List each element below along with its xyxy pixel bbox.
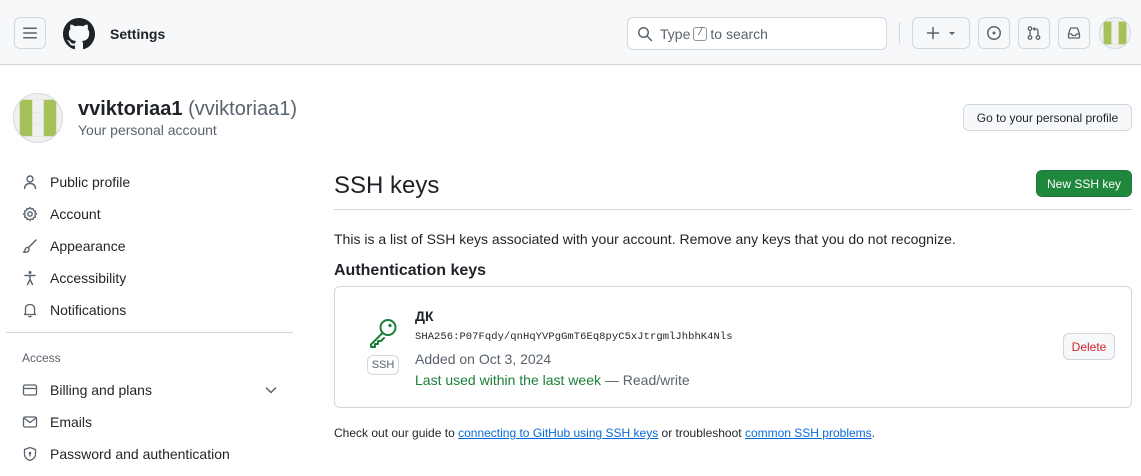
new-ssh-key-button[interactable]: New SSH key bbox=[1036, 170, 1132, 197]
mail-icon bbox=[22, 414, 38, 430]
ssh-key-access: — Read/write bbox=[604, 372, 690, 388]
key-icon bbox=[370, 319, 397, 348]
github-logo-icon[interactable] bbox=[63, 18, 95, 50]
ssh-key-added-date: Added on Oct 3, 2024 bbox=[415, 351, 552, 367]
authentication-keys-heading: Authentication keys bbox=[334, 262, 487, 279]
sidebar-divider bbox=[6, 332, 293, 333]
sidebar-item-emails[interactable]: Emails bbox=[10, 406, 293, 438]
pull-requests-button[interactable] bbox=[1018, 17, 1050, 49]
ssh-keys-intro: This is a list of SSH keys associated wi… bbox=[334, 231, 956, 247]
issues-button[interactable] bbox=[978, 17, 1010, 49]
menu-button[interactable] bbox=[14, 17, 46, 49]
sidebar-item-appearance[interactable]: Appearance bbox=[10, 230, 293, 262]
delete-ssh-key-button[interactable]: Delete bbox=[1063, 333, 1115, 360]
plus-icon bbox=[926, 26, 940, 40]
guide-prefix: Check out our guide to bbox=[334, 426, 455, 440]
chevron-down-icon[interactable] bbox=[263, 382, 279, 398]
sidebar-item-billing[interactable]: Billing and plans bbox=[10, 374, 293, 406]
search-placeholder: Type / to search bbox=[660, 26, 768, 42]
sidebar-item-label: Notifications bbox=[50, 302, 127, 318]
gear-icon bbox=[22, 206, 38, 222]
search-icon bbox=[638, 27, 653, 42]
paintbrush-icon bbox=[22, 238, 38, 254]
header-divider bbox=[899, 22, 900, 44]
title-divider bbox=[334, 209, 1132, 210]
search-input[interactable]: Type / to search bbox=[627, 17, 887, 50]
ssh-key-fingerprint: SHA256:P07Fqdy/qnHqYVPgGmT6Eq8pyC5xJtrgm… bbox=[415, 331, 733, 343]
app-header: Settings Type / to search bbox=[0, 0, 1141, 65]
search-shortcut-key: / bbox=[693, 27, 708, 41]
context-title[interactable]: Settings bbox=[110, 26, 165, 42]
common-ssh-problems-link[interactable]: common SSH problems bbox=[745, 426, 872, 440]
user-avatar-menu[interactable] bbox=[1099, 17, 1131, 49]
ssh-key-list-item: SSH ДК SHA256:P07Fqdy/qnHqYVPgGmT6Eq8pyC… bbox=[334, 286, 1132, 408]
sidebar-item-label: Password and authentication bbox=[50, 446, 230, 462]
account-handle: (vviktoriaa1) bbox=[188, 98, 297, 120]
identicon-avatar bbox=[1100, 18, 1130, 48]
page-title: SSH keys bbox=[334, 172, 440, 199]
account-subtitle: Your personal account bbox=[78, 122, 217, 138]
caret-down-icon bbox=[949, 32, 955, 35]
guide-suffix: . bbox=[871, 426, 876, 440]
bell-icon bbox=[22, 302, 38, 318]
ssh-badge: SSH bbox=[367, 355, 399, 375]
accessibility-icon bbox=[22, 270, 38, 286]
ssh-key-title: ДК bbox=[415, 308, 434, 324]
inbox-button[interactable] bbox=[1058, 17, 1090, 49]
sidebar-item-accessibility[interactable]: Accessibility bbox=[10, 262, 293, 294]
ssh-guide-text: Check out our guide to connecting to Git… bbox=[334, 426, 875, 440]
inbox-icon bbox=[1067, 27, 1081, 39]
guide-middle: or troubleshoot bbox=[661, 426, 742, 440]
identicon-avatar-large bbox=[14, 94, 62, 142]
account-username[interactable]: vviktoriaa1 bbox=[78, 98, 183, 120]
go-to-profile-button[interactable]: Go to your personal profile bbox=[963, 104, 1132, 131]
sidebar-item-label: Accessibility bbox=[50, 270, 127, 286]
sidebar-heading-access: Access bbox=[22, 351, 61, 365]
search-prefix: Type bbox=[660, 26, 691, 42]
sidebar-item-public-profile[interactable]: Public profile bbox=[10, 166, 293, 198]
ssh-key-last-used: Last used within the last week bbox=[415, 372, 601, 388]
search-suffix: to search bbox=[710, 26, 768, 42]
sidebar-item-label: Appearance bbox=[50, 238, 126, 254]
account-name: vviktoriaa1 (vviktoriaa1) bbox=[78, 97, 297, 121]
issue-opened-icon bbox=[987, 26, 1001, 40]
hamburger-icon bbox=[23, 27, 37, 39]
create-new-button[interactable] bbox=[912, 17, 970, 49]
person-icon bbox=[22, 174, 38, 190]
ssh-key-usage: Last used within the last week — Read/wr… bbox=[415, 372, 690, 388]
credit-card-icon bbox=[22, 382, 38, 398]
sidebar-item-password[interactable]: Password and authentication bbox=[10, 438, 293, 470]
user-avatar bbox=[13, 93, 63, 143]
sidebar-item-label: Billing and plans bbox=[50, 382, 152, 398]
sidebar-item-label: Public profile bbox=[50, 174, 131, 190]
sidebar-item-notifications[interactable]: Notifications bbox=[10, 294, 293, 326]
sidebar-item-label: Emails bbox=[50, 414, 93, 430]
git-pull-request-icon bbox=[1027, 26, 1041, 40]
shield-lock-icon bbox=[22, 446, 38, 462]
sidebar-item-account[interactable]: Account bbox=[10, 198, 293, 230]
sidebar-item-label: Account bbox=[50, 206, 101, 222]
connecting-ssh-guide-link[interactable]: connecting to GitHub using SSH keys bbox=[458, 426, 658, 440]
